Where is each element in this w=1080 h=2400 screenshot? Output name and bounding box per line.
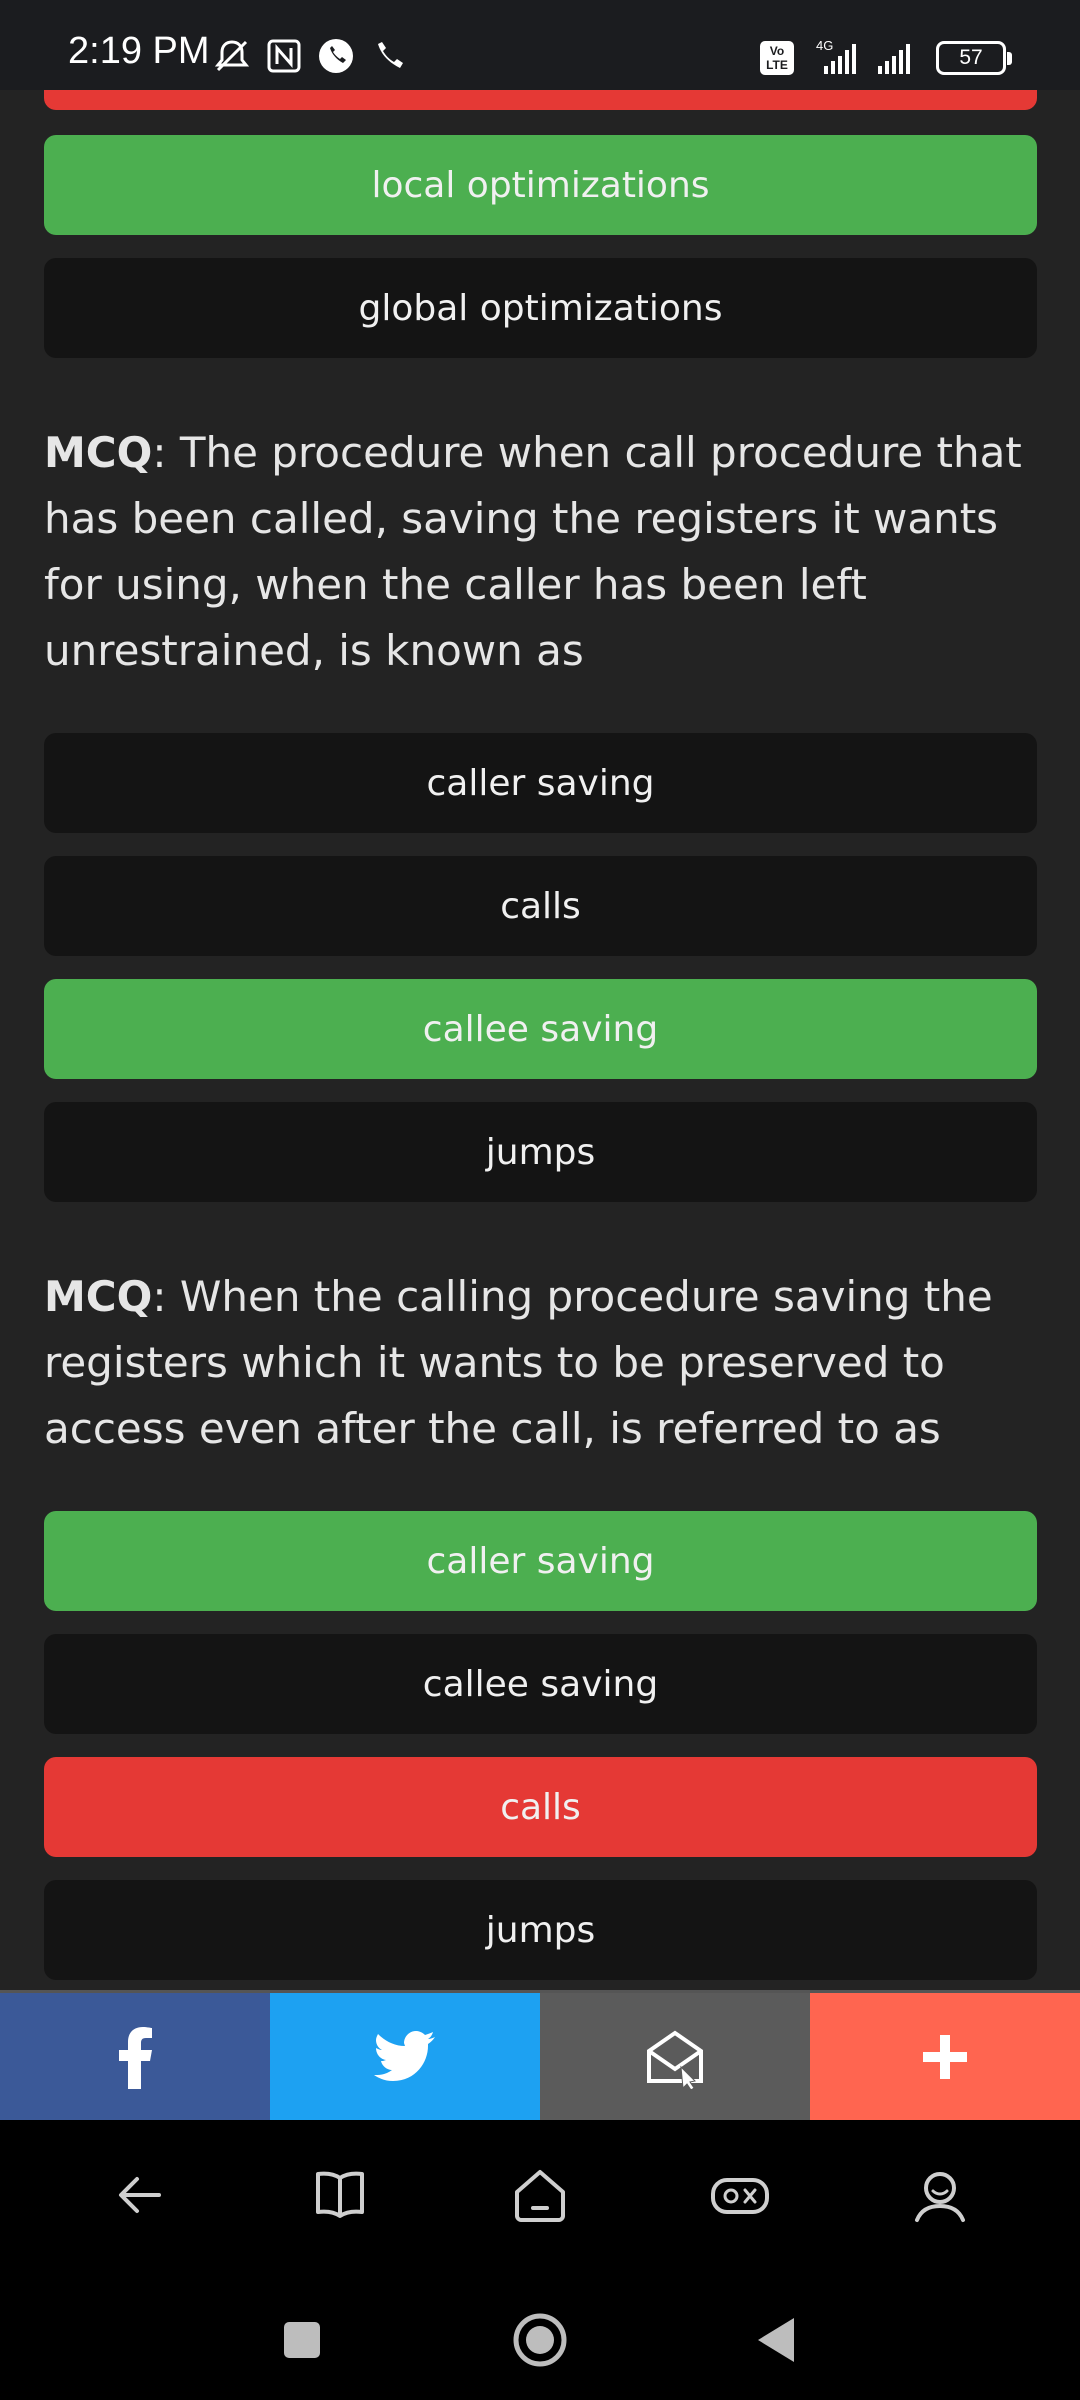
gamepad-icon[interactable]: [709, 2164, 771, 2226]
battery-indicator: 57: [936, 41, 1012, 75]
home-circle-icon[interactable]: [510, 2310, 570, 2370]
system-nav-bar: [0, 2270, 1080, 2400]
mcq-tag: MCQ: [44, 428, 153, 477]
answer-option[interactable]: jumps: [44, 1102, 1037, 1202]
phone-icon: [378, 42, 403, 68]
answer-option[interactable]: global optimizations: [44, 258, 1037, 358]
share-twitter-button[interactable]: [270, 1993, 540, 2120]
mute-notification-icon: [214, 40, 250, 72]
share-bar: [0, 1990, 1080, 2120]
answer-option[interactable]: jumps: [44, 1880, 1037, 1980]
answer-option[interactable]: caller saving: [44, 1511, 1037, 1611]
back-arrow-icon[interactable]: [109, 2164, 171, 2226]
profile-icon[interactable]: [909, 2164, 971, 2226]
answer-option[interactable]: caller saving: [44, 733, 1037, 833]
quiz-content: local optimizations global optimizations…: [0, 90, 1080, 1990]
share-facebook-button[interactable]: [0, 1993, 270, 2120]
app-bottom-nav: [0, 2120, 1080, 2270]
answer-option-partial[interactable]: [44, 90, 1037, 110]
answer-option[interactable]: local optimizations: [44, 135, 1037, 235]
answer-option[interactable]: calls: [44, 856, 1037, 956]
call-active-icon: [319, 39, 353, 73]
answer-option[interactable]: callee saving: [44, 1634, 1037, 1734]
twitter-icon: [374, 2030, 435, 2081]
status-time: 2:19 PM: [68, 30, 210, 72]
volte-icon: Vo LTE: [760, 41, 794, 75]
book-icon[interactable]: [309, 2164, 371, 2226]
answer-option[interactable]: calls: [44, 1757, 1037, 1857]
mcq-tag: MCQ: [44, 1272, 153, 1321]
question-body: : When the calling procedure saving the …: [44, 1272, 993, 1453]
question-text: MCQ: The procedure when call procedure t…: [44, 420, 1044, 684]
plus-icon: [923, 2034, 967, 2079]
nfc-icon: [267, 39, 301, 73]
signal-icon: [878, 44, 910, 74]
svg-text:4G: 4G: [816, 38, 833, 53]
question-text: MCQ: When the calling procedure saving t…: [44, 1264, 1044, 1462]
share-more-button[interactable]: [810, 1993, 1080, 2120]
home-icon[interactable]: [509, 2164, 571, 2226]
status-icons-right: Vo LTE 4G 57: [760, 38, 1012, 78]
email-icon: [647, 2030, 703, 2089]
signal-4g-icon: 4G: [816, 38, 856, 74]
status-icons-left: [212, 36, 408, 76]
back-triangle-icon[interactable]: [748, 2310, 808, 2370]
facebook-icon: [119, 2026, 152, 2089]
share-email-button[interactable]: [540, 1993, 810, 2120]
question-body: : The procedure when call procedure that…: [44, 428, 1022, 675]
recents-square-icon[interactable]: [272, 2310, 332, 2370]
status-bar: 2:19 PM Vo LTE 4G 57: [0, 0, 1080, 90]
answer-option[interactable]: callee saving: [44, 979, 1037, 1079]
